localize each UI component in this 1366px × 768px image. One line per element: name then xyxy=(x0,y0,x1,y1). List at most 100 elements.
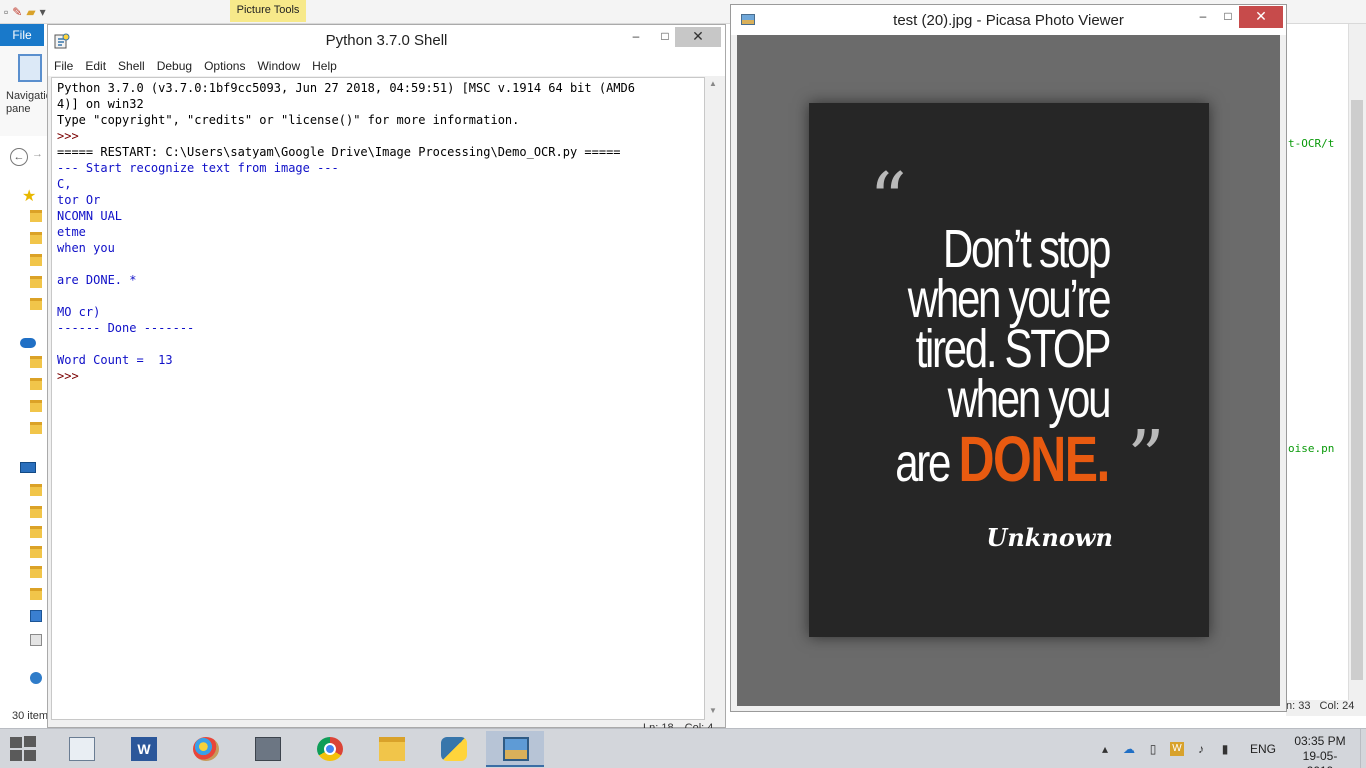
taskbar-word[interactable]: W xyxy=(114,731,172,767)
minimize-button[interactable]: – xyxy=(622,27,650,47)
file-tab[interactable]: File xyxy=(0,24,44,46)
open-quote-mark: “ xyxy=(869,157,907,243)
close-button[interactable]: ✕ xyxy=(1239,6,1283,28)
onedrive-cloud-icon[interactable] xyxy=(20,338,36,348)
shell-text-area[interactable]: Python 3.7.0 (v3.7.0:1bf9cc5093, Jun 27 … xyxy=(51,77,705,720)
folder-icon[interactable] xyxy=(30,232,42,244)
drive-icon[interactable] xyxy=(30,634,42,646)
folder-icon[interactable] xyxy=(30,276,42,288)
python-shell-titlebar[interactable]: Python 3.7.0 Shell – □ ✕ xyxy=(48,25,725,56)
taskbar-picasa[interactable] xyxy=(486,731,544,767)
volume-icon[interactable]: ♪ xyxy=(1194,742,1208,756)
code-snippet: oise.pn xyxy=(1288,442,1335,455)
start-button[interactable] xyxy=(10,736,38,762)
shell-scrollbar[interactable]: ▲ ▼ xyxy=(705,77,723,720)
picasa-photo-viewer-window: test (20).jpg - Picasa Photo Viewer – □ … xyxy=(730,4,1287,712)
folder-icon[interactable] xyxy=(30,298,42,310)
forward-arrow-icon[interactable]: → xyxy=(32,148,43,160)
properties-icon[interactable]: ▫ xyxy=(4,5,8,19)
favorites-star-icon[interactable]: ★ xyxy=(22,186,36,205)
folder-icon[interactable] xyxy=(30,422,42,434)
background-editor-text: t-OCR/t oise.pn xyxy=(1288,24,1348,704)
menu-help[interactable]: Help xyxy=(306,56,343,76)
folder-icon[interactable] xyxy=(30,400,42,412)
back-arrow-icon[interactable]: ← xyxy=(10,148,28,166)
quote-line: when you xyxy=(947,369,1111,429)
folder-icon[interactable] xyxy=(30,506,42,518)
clock-time: 03:35 PM xyxy=(1294,734,1346,748)
navigation-pane-icon[interactable] xyxy=(18,54,42,82)
photo-viewer-canvas[interactable]: “ Don’t stop when you’re tired. STOP whe… xyxy=(737,35,1280,706)
folder-icon[interactable] xyxy=(30,526,42,538)
folder-icon[interactable] xyxy=(30,210,42,222)
taskbar-chrome[interactable] xyxy=(300,731,358,767)
folder-icon[interactable] xyxy=(30,254,42,266)
edit-icon[interactable]: ✎ xyxy=(12,5,22,19)
taskbar-performance-monitor[interactable] xyxy=(52,731,110,767)
folder-icon[interactable] xyxy=(30,484,42,496)
background-scrollbar-thumb[interactable] xyxy=(1351,100,1363,680)
minimize-button[interactable]: – xyxy=(1189,7,1217,27)
shell-output-line: tor Or xyxy=(57,193,101,207)
phone-icon[interactable]: ▯ xyxy=(1146,742,1160,756)
shell-output-line xyxy=(57,288,699,304)
folder-icon[interactable] xyxy=(30,356,42,368)
shell-restart-line: ===== RESTART: C:\Users\satyam\Google Dr… xyxy=(57,145,621,159)
word-count-line: Word Count = 13 xyxy=(57,353,173,367)
shell-output-line: etme xyxy=(57,225,86,239)
shell-output-line: ------ Done ------- xyxy=(57,321,195,335)
menu-options[interactable]: Options xyxy=(198,56,251,76)
taskbar-python-idle[interactable] xyxy=(424,731,482,767)
close-button[interactable]: ✕ xyxy=(675,27,721,47)
folder-icon[interactable] xyxy=(30,378,42,390)
windows-logo-icon xyxy=(10,750,22,761)
picasa-titlebar[interactable]: test (20).jpg - Picasa Photo Viewer – □ … xyxy=(731,5,1286,35)
folder-icon[interactable] xyxy=(30,546,42,558)
scroll-down-icon[interactable]: ▼ xyxy=(709,706,717,715)
quick-access-toolbar: ▫ ✎ ▰ ▾ xyxy=(4,2,46,22)
shell-prompt[interactable]: >>> xyxy=(57,368,699,384)
calculator-icon xyxy=(255,737,281,761)
ribbon-layout-group: Navigation pane xyxy=(0,46,58,136)
maximize-button[interactable]: □ xyxy=(1214,7,1242,27)
shell-line: Python 3.7.0 (v3.7.0:1bf9cc5093, Jun 27 … xyxy=(57,81,635,95)
word-tray-icon[interactable]: W xyxy=(1170,742,1184,756)
taskbar-file-explorer[interactable] xyxy=(362,731,420,767)
folder-icon[interactable] xyxy=(30,566,42,578)
shell-output-line: --- Start recognize text from image --- xyxy=(57,161,339,175)
shell-output-line: C, xyxy=(57,177,72,191)
taskbar-calculator[interactable] xyxy=(238,731,296,767)
scroll-up-icon[interactable]: ▲ xyxy=(709,79,717,88)
show-hidden-icons-icon[interactable]: ▴ xyxy=(1098,742,1112,756)
input-language[interactable]: ENG xyxy=(1250,742,1276,756)
menu-debug[interactable]: Debug xyxy=(151,56,198,76)
menu-file[interactable]: File xyxy=(48,56,79,76)
customize-qat-icon[interactable]: ▾ xyxy=(40,5,46,19)
show-desktop-button[interactable] xyxy=(1360,729,1366,768)
taskbar-paint[interactable] xyxy=(176,731,234,767)
quote-author: Unknown xyxy=(986,523,1113,552)
menu-window[interactable]: Window xyxy=(251,56,306,76)
this-pc-icon[interactable] xyxy=(20,462,36,473)
windows-logo-icon xyxy=(10,737,22,748)
menu-shell[interactable]: Shell xyxy=(112,56,151,76)
menu-edit[interactable]: Edit xyxy=(79,56,112,76)
file-explorer-icon xyxy=(379,737,405,761)
network-signal-icon[interactable]: ▮ xyxy=(1218,742,1232,756)
picture-tools-contextual-tab[interactable]: Picture Tools xyxy=(230,0,306,22)
shell-prompt: >>> xyxy=(57,129,86,143)
drive-icon[interactable] xyxy=(30,610,42,622)
clock-date: 19-05-2019 xyxy=(1302,749,1338,768)
paint-palette-icon xyxy=(193,737,219,761)
picasa-photo-icon xyxy=(503,737,529,761)
folder-icon[interactable] xyxy=(30,588,42,600)
network-icon[interactable] xyxy=(30,672,42,684)
shell-output-line: are DONE. * xyxy=(57,273,137,287)
clock[interactable]: 03:35 PM 19-05-2019 xyxy=(1290,734,1350,768)
navigation-pane-label[interactable]: Navigation pane xyxy=(6,90,58,116)
shell-output-line: NCOMN UAL xyxy=(57,209,123,223)
new-folder-icon[interactable]: ▰ xyxy=(26,5,35,19)
onedrive-sync-icon[interactable]: ☁ xyxy=(1122,742,1136,756)
quote-poster-image: “ Don’t stop when you’re tired. STOP whe… xyxy=(809,103,1209,637)
windows-logo-icon xyxy=(24,750,36,761)
